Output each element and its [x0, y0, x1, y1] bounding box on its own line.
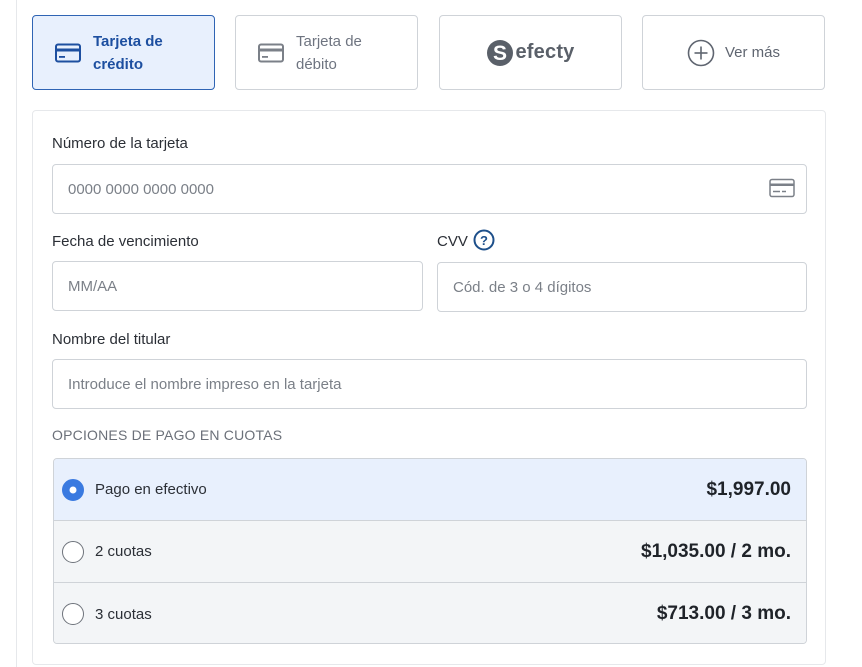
see-more-label: Ver más: [724, 44, 781, 61]
method-credit-card-label: Tarjeta de crédito: [93, 32, 163, 73]
plus-circle-icon: [687, 39, 715, 66]
installment-options: Pago en efectivo $1,997.00 2 cuotas $1,0…: [53, 458, 807, 644]
installments-title: OPCIONES DE PAGO EN CUOTAS: [52, 427, 283, 443]
method-credit-card[interactable]: Tarjeta de crédito: [32, 15, 215, 90]
expiry-label: Fecha de vencimiento: [52, 233, 199, 250]
installment-price: $1,035.00 / 2 mo.: [641, 540, 791, 562]
cvv-input[interactable]: [437, 262, 807, 312]
credit-card-icon: [55, 43, 81, 62]
installment-option-3[interactable]: 3 cuotas $713.00 / 3 mo.: [54, 583, 806, 643]
installment-label: Pago en efectivo: [95, 481, 207, 498]
svg-text:S: S: [493, 42, 507, 65]
installment-label: 2 cuotas: [95, 543, 152, 560]
payment-method-selector: Tarjeta de crédito Tarjeta de débito S e…: [32, 15, 825, 90]
method-efecty[interactable]: S efecty: [439, 15, 622, 90]
card-number-label: Número de la tarjeta: [52, 135, 188, 152]
page-divider: [16, 0, 17, 667]
installment-option-cash[interactable]: Pago en efectivo $1,997.00: [54, 459, 806, 521]
efecty-s-icon: S: [487, 39, 514, 66]
card-form-panel: Número de la tarjeta Fecha de vencimient…: [32, 110, 826, 665]
radio-unselected[interactable]: [62, 540, 84, 563]
card-number-input[interactable]: [52, 164, 807, 214]
cvv-label: CVV: [437, 233, 468, 250]
svg-text:?: ?: [480, 233, 488, 248]
holder-name-input[interactable]: [52, 359, 807, 409]
installment-price: $1,997.00: [706, 478, 791, 500]
method-debit-card-label: Tarjeta de débito: [296, 32, 362, 73]
expiry-input[interactable]: [52, 261, 423, 311]
installment-price: $713.00 / 3 mo.: [656, 603, 791, 624]
method-see-more[interactable]: Ver más: [642, 15, 825, 90]
method-debit-card[interactable]: Tarjeta de débito: [235, 15, 418, 90]
radio-unselected[interactable]: [62, 603, 84, 625]
installment-option-2[interactable]: 2 cuotas $1,035.00 / 2 mo.: [54, 521, 806, 583]
debit-card-icon: [258, 43, 284, 62]
installment-label: 3 cuotas: [95, 605, 152, 623]
radio-selected[interactable]: [62, 478, 84, 501]
card-brand-icon: [769, 178, 795, 198]
question-circle-icon[interactable]: ?: [473, 229, 495, 251]
efecty-logo: S efecty: [486, 39, 574, 67]
holder-name-label: Nombre del titular: [52, 331, 171, 348]
efecty-wordmark: efecty: [515, 41, 575, 63]
